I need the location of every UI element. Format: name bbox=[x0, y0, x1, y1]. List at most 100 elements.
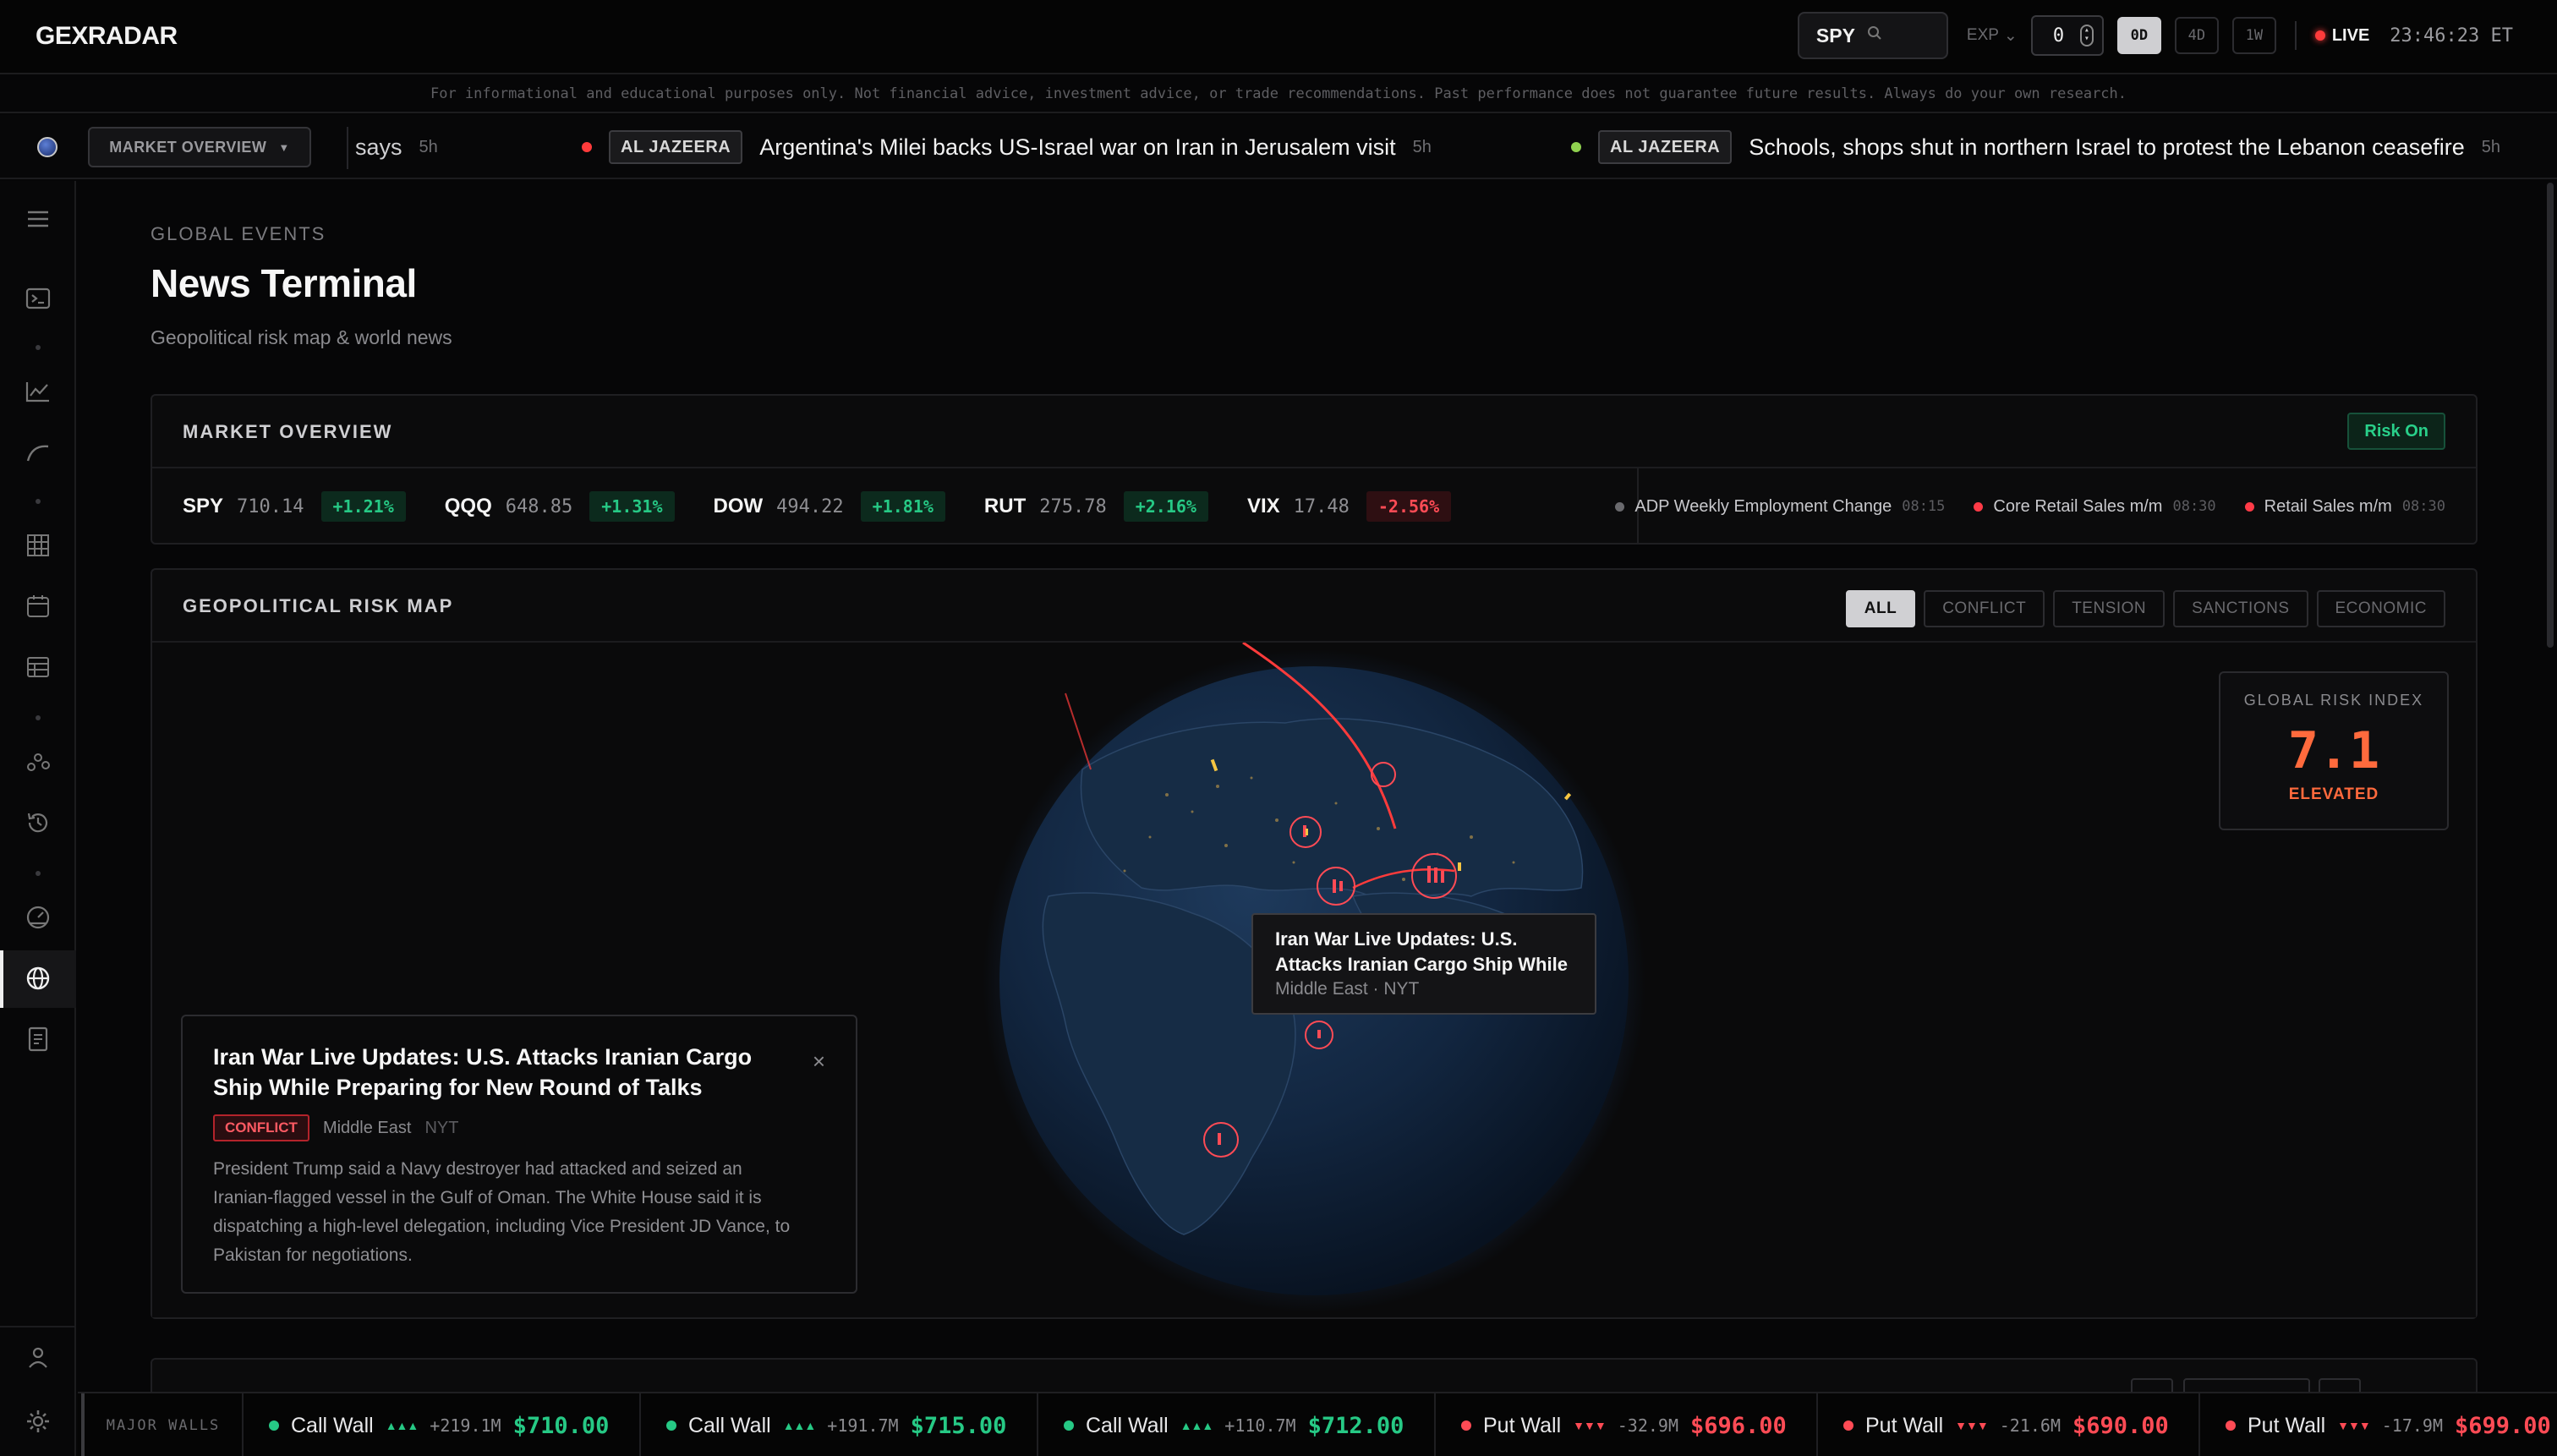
economic-event[interactable]: Core Retail Sales m/m 08:30 bbox=[1974, 497, 2216, 517]
calendar-icon[interactable] bbox=[24, 592, 52, 621]
event-name: ADP Weekly Employment Change bbox=[1634, 496, 1892, 516]
scatter-icon[interactable] bbox=[24, 747, 52, 776]
risk-filter-group: ALL CONFLICT TENSION SANCTIONS ECONOMIC bbox=[1845, 590, 2445, 627]
filter-all-button[interactable]: ALL bbox=[1845, 590, 1916, 627]
index-symbol: RUT bbox=[983, 495, 1027, 517]
wall-item[interactable]: Put Wall ▼▼▼ -32.9M $696.00 bbox=[1436, 1393, 1818, 1456]
range-4d-button[interactable]: 4D bbox=[2174, 17, 2219, 54]
panel-header: MARKET OVERVIEW Risk On bbox=[152, 396, 2476, 468]
global-risk-index-card: GLOBAL RISK INDEX 7.1 ELEVATED bbox=[2219, 671, 2449, 830]
stepper-arrows-icon[interactable]: ▴ ▾ bbox=[2079, 25, 2094, 47]
event-body: President Trump said a Navy destroyer ha… bbox=[213, 1159, 791, 1265]
news-headline: Argentina's Milei backs US-Israel war on… bbox=[759, 134, 1396, 160]
curve-icon[interactable] bbox=[24, 438, 52, 467]
index-price: 648.85 bbox=[505, 495, 573, 517]
index-quote[interactable]: RUT 275.78 +2.16% bbox=[984, 491, 1208, 522]
range-0d-button[interactable]: 0D bbox=[2116, 17, 2161, 54]
index-price: 17.48 bbox=[1293, 495, 1350, 517]
risk-index-value: 7.1 bbox=[2287, 721, 2380, 780]
news-age: 5h bbox=[419, 137, 438, 156]
panel-title: GEOPOLITICAL RISK MAP bbox=[183, 595, 454, 616]
market-overview-dropdown[interactable]: MARKET OVERVIEW ▼ bbox=[88, 127, 311, 167]
wall-price: $690.00 bbox=[2072, 1412, 2169, 1439]
live-label: LIVE bbox=[2331, 25, 2370, 45]
wall-price: $696.00 bbox=[1689, 1412, 1787, 1439]
index-quote[interactable]: SPY 710.14 +1.21% bbox=[183, 491, 406, 522]
index-symbol: VIX bbox=[1246, 495, 1280, 517]
news-ticker-bar: MARKET OVERVIEW ▼ says 5h AL JAZEERA Arg… bbox=[0, 115, 2557, 179]
gauge-icon[interactable] bbox=[24, 903, 52, 932]
sidebar-divider-dot bbox=[36, 345, 41, 350]
wall-item[interactable]: Call Wall ▲▲▲ +219.1M $710.00 bbox=[244, 1393, 641, 1456]
tooltip-meta: Middle East · NYT bbox=[1275, 979, 1420, 999]
wall-amount: -17.9M bbox=[2381, 1415, 2443, 1436]
expiration-stepper[interactable]: 0 ▴ ▾ bbox=[2030, 15, 2104, 56]
range-1w-button[interactable]: 1W bbox=[2231, 17, 2276, 54]
document-icon[interactable] bbox=[24, 1025, 52, 1054]
event-time: 08:30 bbox=[2401, 498, 2445, 515]
ticker-symbol: SPY bbox=[1815, 24, 1855, 47]
globe-icon bbox=[37, 137, 57, 157]
economic-event[interactable]: ADP Weekly Employment Change 08:15 bbox=[1615, 497, 1945, 517]
wall-amount: -21.6M bbox=[1999, 1415, 2061, 1436]
risk-map-panel: GEOPOLITICAL RISK MAP ALL CONFLICT TENSI… bbox=[151, 568, 2478, 1319]
news-ticker-item[interactable]: AL JAZEERA Schools, shops shut in northe… bbox=[1571, 130, 2500, 164]
index-price: 710.14 bbox=[237, 495, 304, 517]
major-walls-bar: MAJOR WALLS Call Wall ▲▲▲ +219.1M $710.0… bbox=[78, 1392, 2557, 1456]
app-logo[interactable]: GEXRADAR bbox=[36, 22, 178, 51]
wall-price: $699.00 bbox=[2454, 1412, 2551, 1439]
wall-amount: -32.9M bbox=[1617, 1415, 1678, 1436]
filter-economic-button[interactable]: ECONOMIC bbox=[2316, 590, 2445, 627]
economic-event[interactable]: Retail Sales m/m 08:30 bbox=[2244, 497, 2445, 517]
wall-item[interactable]: Call Wall ▲▲▲ +110.7M $712.00 bbox=[1038, 1393, 1436, 1456]
risk-index-status: ELEVATED bbox=[2288, 785, 2379, 803]
map-tooltip: Iran War Live Updates: U.S. Attacks Iran… bbox=[1251, 913, 1596, 1015]
ticker-search-input[interactable]: SPY bbox=[1797, 12, 1948, 59]
live-indicator: LIVE bbox=[2314, 25, 2370, 46]
app-root: GEXRADAR SPY EXP ⌄ 0 ▴ ▾ 0D 4D 1W LIVE 2… bbox=[0, 0, 2557, 1456]
wall-strength-icon: ▼▼▼ bbox=[1573, 1419, 1607, 1432]
wall-item[interactable]: Put Wall ▼▼▼ -17.9M $699.00 bbox=[2200, 1393, 2557, 1456]
wall-strength-icon: ▲▲▲ bbox=[782, 1419, 817, 1432]
main-content: GLOBAL EVENTS News Terminal Geopolitical… bbox=[78, 181, 2557, 1456]
event-detail-card: × Iran War Live Updates: U.S. Attacks Ir… bbox=[181, 1015, 857, 1294]
wall-price: $712.00 bbox=[1307, 1412, 1404, 1439]
index-quote[interactable]: DOW 494.22 +1.81% bbox=[714, 491, 945, 522]
news-dot-icon bbox=[582, 142, 592, 152]
index-symbol: DOW bbox=[713, 495, 764, 517]
event-dot-icon bbox=[1974, 501, 1984, 512]
filter-sanctions-button[interactable]: SANCTIONS bbox=[2173, 590, 2308, 627]
expiration-dropdown[interactable]: EXP ⌄ bbox=[1967, 26, 2018, 46]
menu-icon[interactable] bbox=[24, 205, 52, 233]
panel-title: MARKET OVERVIEW bbox=[183, 421, 393, 442]
line-chart-icon[interactable] bbox=[24, 377, 52, 406]
wall-name: Put Wall bbox=[1483, 1413, 1562, 1437]
wall-amount: +219.1M bbox=[430, 1415, 501, 1436]
gear-icon[interactable] bbox=[24, 1407, 52, 1436]
wall-item[interactable]: Put Wall ▼▼▼ -21.6M $690.00 bbox=[1818, 1393, 2200, 1456]
news-ticker-item[interactable]: AL JAZEERA Argentina's Milei backs US-Is… bbox=[582, 130, 1432, 164]
filter-tension-button[interactable]: TENSION bbox=[2053, 590, 2166, 627]
sidebar-divider bbox=[0, 1326, 76, 1327]
page-title: News Terminal bbox=[151, 261, 417, 305]
wall-item[interactable]: Call Wall ▲▲▲ +191.7M $715.00 bbox=[641, 1393, 1038, 1456]
page-scrollbar[interactable] bbox=[2547, 183, 2554, 648]
index-quote[interactable]: VIX 17.48 -2.56% bbox=[1246, 491, 1452, 522]
history-icon[interactable] bbox=[24, 808, 52, 837]
table-icon[interactable] bbox=[24, 653, 52, 681]
live-dot-icon bbox=[2314, 30, 2325, 41]
terminal-icon[interactable] bbox=[24, 284, 52, 313]
disclaimer-banner: For informational and educational purpos… bbox=[0, 76, 2557, 113]
news-ticker-item[interactable]: says 5h bbox=[355, 130, 438, 164]
user-icon[interactable] bbox=[24, 1343, 52, 1371]
index-row: SPY 710.14 +1.21% QQQ 648.85 +1.31% DOW … bbox=[183, 468, 1490, 545]
filter-conflict-button[interactable]: CONFLICT bbox=[1924, 590, 2045, 627]
sidebar-divider-dot bbox=[36, 499, 41, 504]
close-icon[interactable]: × bbox=[813, 1048, 825, 1075]
index-price: 275.78 bbox=[1039, 495, 1107, 517]
index-quote[interactable]: QQQ 648.85 +1.31% bbox=[445, 491, 675, 522]
globe-viewport[interactable]: GLOBAL RISK INDEX 7.1 ELEVATED Iran War … bbox=[152, 643, 2476, 1317]
grid-icon[interactable] bbox=[24, 531, 52, 560]
globe-nav-icon[interactable] bbox=[24, 964, 52, 993]
index-change: +1.81% bbox=[860, 491, 945, 522]
